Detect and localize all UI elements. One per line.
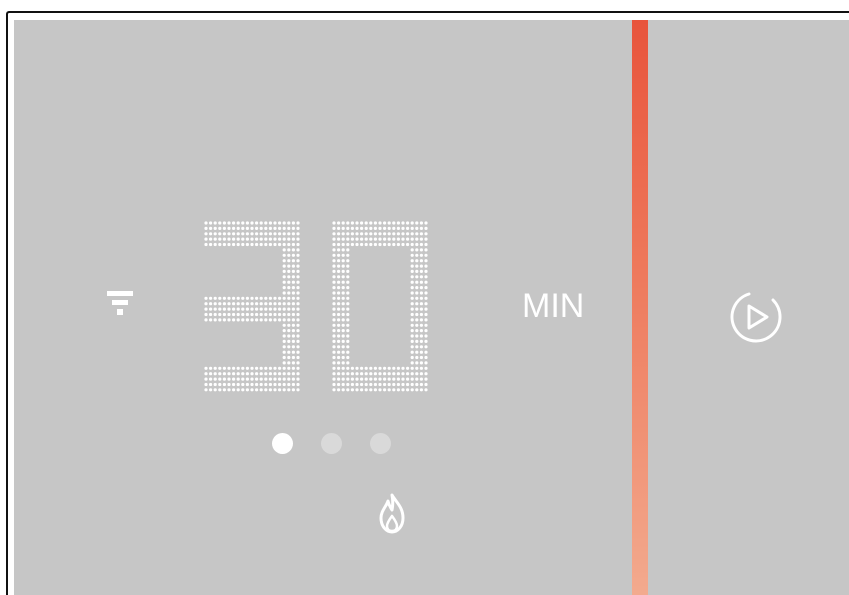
page-dot-2[interactable]: [321, 433, 342, 454]
device-frame: 30 MIN: [6, 11, 849, 595]
play-circle-icon: [730, 292, 782, 343]
thermostat-screen: 30 MIN: [14, 20, 849, 595]
page-dot-1[interactable]: [272, 433, 293, 454]
unit-label: MIN: [522, 287, 585, 325]
signal-icon: [103, 287, 137, 323]
digit-2: [332, 221, 428, 392]
digit-1: [204, 221, 300, 392]
flame-icon: [376, 492, 408, 536]
countdown-display: 30: [203, 220, 453, 400]
page-dot-3[interactable]: [370, 433, 391, 454]
start-button[interactable]: [727, 288, 785, 346]
page-indicator: [264, 433, 394, 455]
accent-bar: [632, 20, 648, 595]
